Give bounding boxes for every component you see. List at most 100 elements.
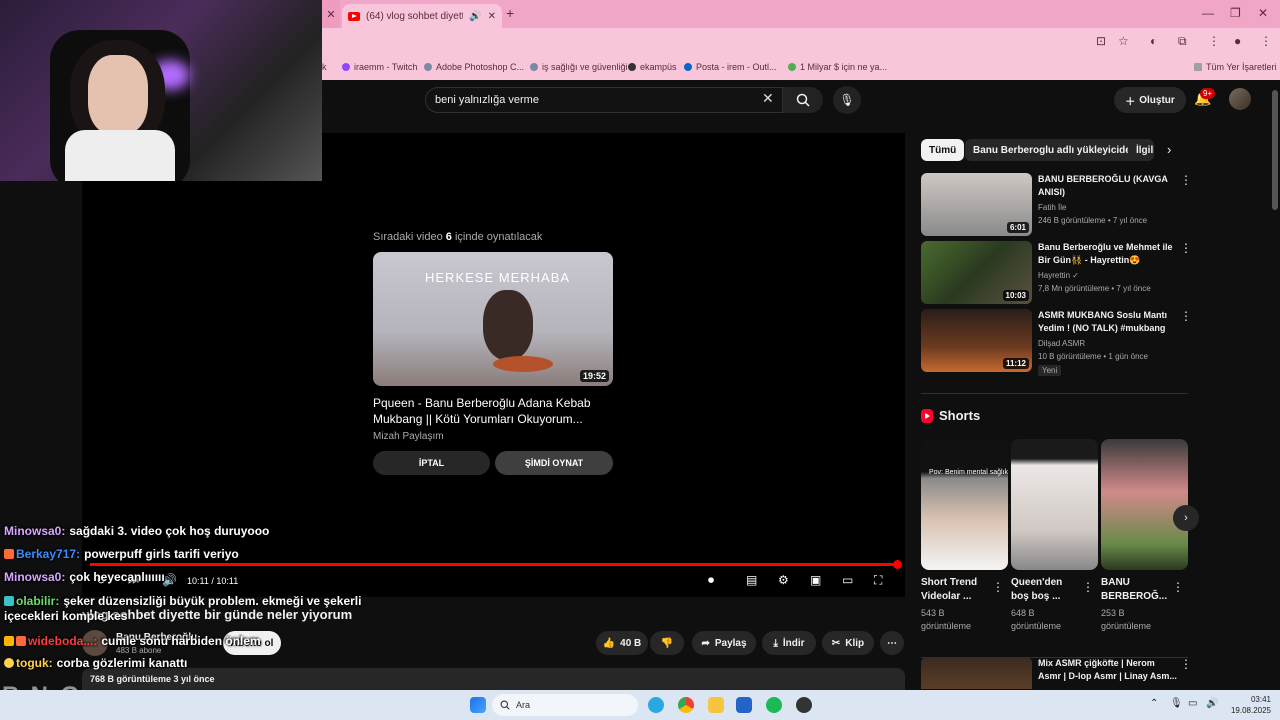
bookmark-item[interactable]: ekampüs	[628, 62, 677, 72]
more-actions-button[interactable]: ⋯	[880, 631, 904, 655]
up-next-title[interactable]: Pqueen - Banu Berberoğlu Adana Kebab Muk…	[373, 395, 613, 427]
notification-badge: 9+	[1200, 88, 1216, 99]
short-title[interactable]: BANU BERBEROĞ...	[1101, 576, 1171, 604]
bookmark-item[interactable]: iraemm - Twitch	[342, 62, 417, 72]
recommendation-item[interactable]: Mix ASMR çiğköfte | Nerom Asmr | D-lop A…	[921, 657, 1191, 689]
more-dots-icon[interactable]: ⋮	[1180, 309, 1192, 323]
chip-from-uploader[interactable]: Banu Berberoglu adlı yükleyiciden	[965, 139, 1145, 161]
miniplayer-icon[interactable]: ▣	[810, 573, 821, 587]
autoplay-toggle[interactable]: ⏺	[708, 573, 714, 588]
create-button[interactable]: ＋ Oluştur	[1114, 87, 1186, 113]
bookmark-item[interactable]: iş sağlığı ve güvenliği	[530, 62, 628, 72]
install-icon[interactable]: ⊡	[1096, 34, 1106, 48]
window-close-icon[interactable]: ✕	[1258, 6, 1268, 20]
more-dots-icon[interactable]: ⋮	[1180, 657, 1191, 671]
download-icon: ⤓	[773, 637, 778, 649]
browser-tab[interactable]: (64) vlog sohbet diyette bir 🔊 ✕	[342, 4, 502, 28]
chevron-right-icon[interactable]: ›	[1167, 142, 1171, 157]
new-tab-button[interactable]: +	[506, 5, 514, 21]
up-next-label: Sıradaki video 6 içinde oynatılacak	[373, 231, 543, 243]
cancel-button[interactable]: İPTAL	[373, 451, 490, 475]
plus-icon: ＋	[1125, 96, 1136, 108]
chip-related[interactable]: İlgili	[1128, 139, 1154, 161]
progress-bar[interactable]	[90, 563, 898, 566]
chip-all[interactable]: Tümü	[921, 139, 965, 161]
extension-icon[interactable]: ◐	[1150, 34, 1157, 48]
windows-start-icon[interactable]	[470, 697, 486, 713]
file-explorer-icon[interactable]	[708, 697, 724, 713]
profile-icon[interactable]: ●	[1234, 34, 1241, 48]
chevron-right-icon: ›	[1184, 512, 1188, 524]
shorts-next-button[interactable]: ›	[1173, 505, 1199, 531]
spotify-icon[interactable]	[766, 697, 782, 713]
settings-gear-icon[interactable]: ⚙	[778, 573, 789, 587]
bookmark-item[interactable]: Adobe Photoshop C...	[424, 62, 524, 72]
play-now-button[interactable]: ŞİMDİ OYNAT	[495, 451, 613, 475]
more-dots-icon[interactable]: ⋮	[1082, 580, 1094, 594]
bookmark-item[interactable]: k	[322, 62, 327, 72]
dislike-button[interactable]: 👎	[650, 631, 684, 655]
more-dots-icon[interactable]: ⋮	[1180, 173, 1192, 187]
more-dots-icon[interactable]: ⋮	[1172, 580, 1184, 594]
account-avatar[interactable]	[1229, 88, 1251, 110]
search-button[interactable]	[783, 87, 823, 113]
short-thumbnail[interactable]	[1011, 439, 1098, 570]
fullscreen-icon[interactable]: ⛶	[874, 573, 882, 588]
recommendation-item[interactable]: 10:03 Banu Berberoğlu ve Mehmet ile Bir …	[921, 241, 1192, 305]
bookmark-item[interactable]: 1 Milyar $ için ne ya...	[788, 62, 887, 72]
chat-badge-icon	[4, 549, 14, 559]
voice-search-button[interactable]: 🎙	[833, 86, 861, 114]
address-bar[interactable]: ⊡ ☆ ◐ ⧉ ⋮ ● ⋮	[322, 28, 1280, 54]
streamer-face	[88, 55, 148, 135]
system-clock[interactable]: 03:41 19.08.2025	[1225, 694, 1271, 716]
scrollbar-thumb[interactable]	[1272, 90, 1278, 210]
bookmark-star-icon[interactable]: ☆	[1118, 34, 1129, 48]
recommendation-item[interactable]: 6:01 BANU BERBEROĞLU (KAVGA ANISI) Fatih…	[921, 173, 1192, 237]
store-icon[interactable]	[736, 697, 752, 713]
mic-icon[interactable]: 🎙	[1170, 698, 1183, 709]
speaker-icon[interactable]: 🔊	[469, 11, 481, 22]
edge-icon[interactable]	[648, 697, 664, 713]
video-thumbnail: 6:01	[921, 173, 1032, 236]
chevron-up-icon[interactable]: ⌃	[1150, 698, 1158, 709]
progress-scrubber[interactable]	[893, 560, 902, 569]
like-button[interactable]: 👍 40 B	[596, 631, 648, 655]
chrome-icon[interactable]	[678, 697, 694, 713]
browser-tab-bar: (64) vlog sohbet diyette bir 🔊 ✕ + — ❐ ✕	[322, 0, 1280, 28]
subtitles-icon[interactable]: ▤	[746, 573, 757, 587]
short-thumbnail[interactable]	[1101, 439, 1188, 570]
short-thumbnail[interactable]: Pov: Benim mental sağlık	[921, 439, 1008, 570]
puzzle-icon[interactable]: ⧉	[1178, 34, 1187, 49]
short-title[interactable]: Queen'den boş boş ...	[1011, 576, 1081, 604]
bookmark-item[interactable]: Posta - irem - Outl...	[684, 62, 777, 72]
search-icon	[500, 700, 510, 710]
search-input[interactable]: beni yalnızlığa verme	[425, 87, 783, 113]
clear-search-icon[interactable]: ✕	[762, 90, 774, 107]
more-icon[interactable]: ⋮	[1260, 34, 1272, 48]
minimize-icon[interactable]: —	[1202, 6, 1214, 20]
description-box[interactable]: 768 B görüntüleme 3 yıl önce	[82, 668, 905, 690]
rec-channel: Fatih İle	[1038, 203, 1067, 212]
bookmarks-bar: k iraemm - Twitch Adobe Photoshop C... i…	[322, 54, 1280, 80]
theater-mode-icon[interactable]: ▭	[842, 573, 853, 587]
thumbs-up-icon: 👍	[602, 637, 616, 649]
app-icon[interactable]	[796, 697, 812, 713]
more-dots-icon[interactable]: ⋮	[992, 580, 1004, 594]
maximize-icon[interactable]: ❐	[1230, 6, 1241, 20]
taskbar-search[interactable]: Ara	[492, 694, 638, 716]
streamer-body	[65, 130, 175, 181]
tab-close-icon[interactable]: ✕	[488, 11, 496, 22]
network-icon[interactable]: ▭	[1188, 698, 1197, 709]
menu-dots-icon[interactable]: ⋮	[1208, 34, 1220, 48]
share-button[interactable]: ➦ Paylaş	[692, 631, 756, 655]
recommendation-item[interactable]: 11:12 ASMR MUKBANG Soslu Mantı Yedim ! (…	[921, 309, 1192, 376]
short-title[interactable]: Short Trend Videolar ...	[921, 576, 991, 604]
up-next-thumbnail[interactable]: HERKESE MERHABA 19:52	[373, 252, 613, 386]
all-bookmarks[interactable]: Tüm Yer İşaretleri	[1194, 62, 1277, 72]
download-button[interactable]: ⤓ İndir	[762, 631, 816, 655]
close-icon[interactable]: ✕	[322, 0, 340, 28]
clip-button[interactable]: ✂ Klip	[822, 631, 874, 655]
volume-icon[interactable]: 🔊	[1206, 698, 1218, 709]
more-dots-icon[interactable]: ⋮	[1180, 241, 1192, 255]
rec-meta: 246 B görüntüleme • 7 yıl önce	[1038, 216, 1148, 225]
